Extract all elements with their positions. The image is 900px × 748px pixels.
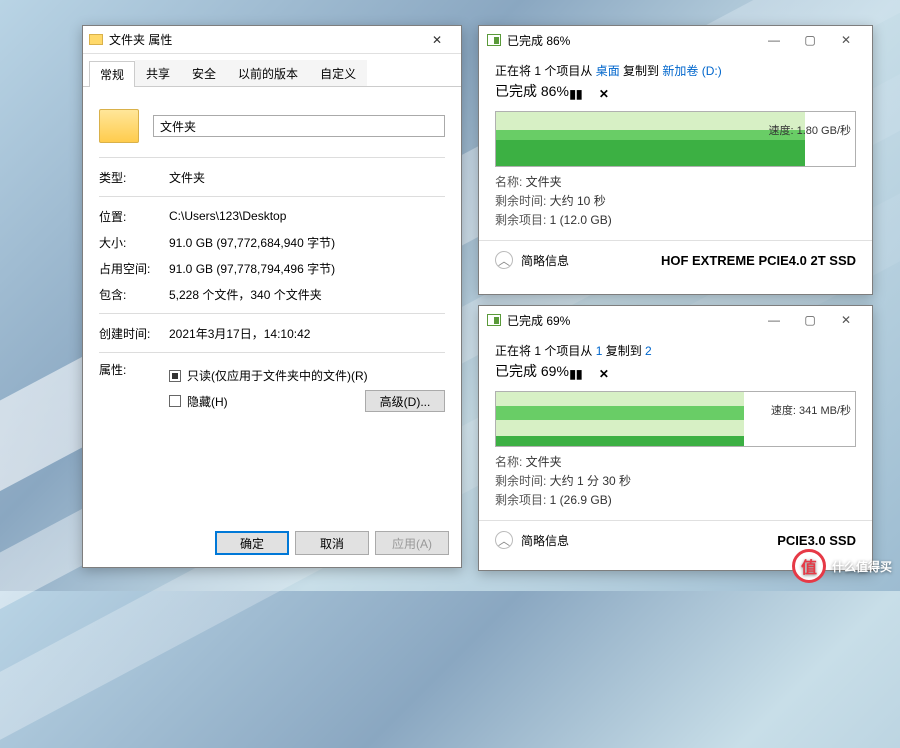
value-created: 2021年3月17日，14:10:42 [169,325,445,342]
meta-items: 剩余项目: 1 (26.9 GB) [495,491,856,508]
value-type: 文件夹 [169,169,445,186]
brief-info-link[interactable]: 简略信息 [521,532,569,549]
tab-strip: 常规 共享 安全 以前的版本 自定义 [83,54,461,87]
minimize-button[interactable]: — [756,310,792,330]
window-title: 文件夹 属性 [109,31,419,48]
tab-previous[interactable]: 以前的版本 [227,60,309,86]
label-disk: 占用空间: [99,260,169,277]
brief-info-link[interactable]: 简略信息 [521,252,569,269]
pause-button[interactable]: ▮▮ [569,367,583,381]
folder-name-input[interactable] [153,115,445,137]
copy-dialog-1: 已完成 86% — ▢ ✕ 正在将 1 个项目从 桌面 复制到 新加卷 (D:)… [478,25,873,295]
titlebar[interactable]: 文件夹 属性 ✕ [83,26,461,54]
tab-custom[interactable]: 自定义 [309,60,367,86]
label-size: 大小: [99,234,169,251]
ok-button[interactable]: 确定 [215,531,289,555]
label-location: 位置: [99,208,169,225]
meta-name: 名称: 文件夹 [495,453,856,470]
maximize-button[interactable]: ▢ [792,30,828,50]
pause-button[interactable]: ▮▮ [569,87,583,101]
properties-window: 文件夹 属性 ✕ 常规 共享 安全 以前的版本 自定义 类型:文件夹 位置:C:… [82,25,462,568]
value-disk: 91.0 GB (97,778,794,496 字节) [169,260,445,277]
watermark-text: 什么值得买 [832,558,892,575]
folder-large-icon [99,109,139,143]
watermark: 值 什么值得买 [792,549,892,583]
hidden-row[interactable]: 隐藏(H) [169,393,228,410]
speed-graph: 速度: 341 MB/秒 [495,391,856,447]
copy-dialog-2: 已完成 69% — ▢ ✕ 正在将 1 个项目从 1 复制到 2 已完成 69%… [478,305,873,571]
readonly-checkbox[interactable] [169,370,181,382]
tab-general[interactable]: 常规 [89,61,135,87]
label-created: 创建时间: [99,325,169,342]
meta-items: 剩余项目: 1 (12.0 GB) [495,211,856,228]
window-title: 已完成 86% [507,32,570,49]
meta-name: 名称: 文件夹 [495,173,856,190]
percent-line: 已完成 69% [495,361,569,381]
apply-button[interactable]: 应用(A) [375,531,449,555]
tab-sharing[interactable]: 共享 [135,60,181,86]
advanced-button[interactable]: 高级(D)... [365,390,445,412]
percent-line: 已完成 86% [495,81,569,101]
titlebar[interactable]: 已完成 86% — ▢ ✕ [479,26,872,54]
label-contains: 包含: [99,286,169,303]
annotation-text: PCIE3.0 SSD [777,533,856,548]
hidden-checkbox[interactable] [169,395,181,407]
annotation-text: HOF EXTREME PCIE4.0 2T SSD [661,253,856,268]
close-button[interactable]: ✕ [419,30,455,50]
close-button[interactable]: ✕ [828,30,864,50]
titlebar[interactable]: 已完成 69% — ▢ ✕ [479,306,872,334]
watermark-badge-icon: 值 [792,549,826,583]
readonly-row[interactable]: 只读(仅应用于文件夹中的文件)(R) [169,367,445,384]
meta-time: 剩余时间: 大约 10 秒 [495,192,856,209]
speed-label: 速度: 341 MB/秒 [771,402,851,418]
readonly-label: 只读(仅应用于文件夹中的文件)(R) [187,367,368,384]
close-button[interactable]: ✕ [828,310,864,330]
window-title: 已完成 69% [507,312,570,329]
value-contains: 5,228 个文件，340 个文件夹 [169,286,445,303]
meta-time: 剩余时间: 大约 1 分 30 秒 [495,472,856,489]
source-link[interactable]: 桌面 [596,64,620,78]
chevron-up-icon[interactable]: ︿ [495,251,513,269]
source-line: 正在将 1 个项目从 桌面 复制到 新加卷 (D:) [495,62,856,79]
tab-security[interactable]: 安全 [181,60,227,86]
dest-link[interactable]: 2 [645,344,652,358]
speed-graph: 速度: 1.80 GB/秒 [495,111,856,167]
speed-label: 速度: 1.80 GB/秒 [768,122,851,138]
value-location: C:\Users\123\Desktop [169,209,445,223]
copy-icon [487,34,501,46]
label-type: 类型: [99,169,169,186]
value-size: 91.0 GB (97,772,684,940 字节) [169,234,445,251]
chevron-up-icon[interactable]: ︿ [495,531,513,549]
cancel-button[interactable]: 取消 [295,531,369,555]
hidden-label: 隐藏(H) [187,393,228,410]
folder-icon [89,34,103,45]
label-attr: 属性: [99,361,169,378]
source-line: 正在将 1 个项目从 1 复制到 2 [495,342,856,359]
dest-link[interactable]: 新加卷 (D:) [662,64,721,78]
cancel-copy-button[interactable]: ✕ [597,367,611,381]
copy-icon [487,314,501,326]
cancel-copy-button[interactable]: ✕ [597,87,611,101]
maximize-button[interactable]: ▢ [792,310,828,330]
minimize-button[interactable]: — [756,30,792,50]
